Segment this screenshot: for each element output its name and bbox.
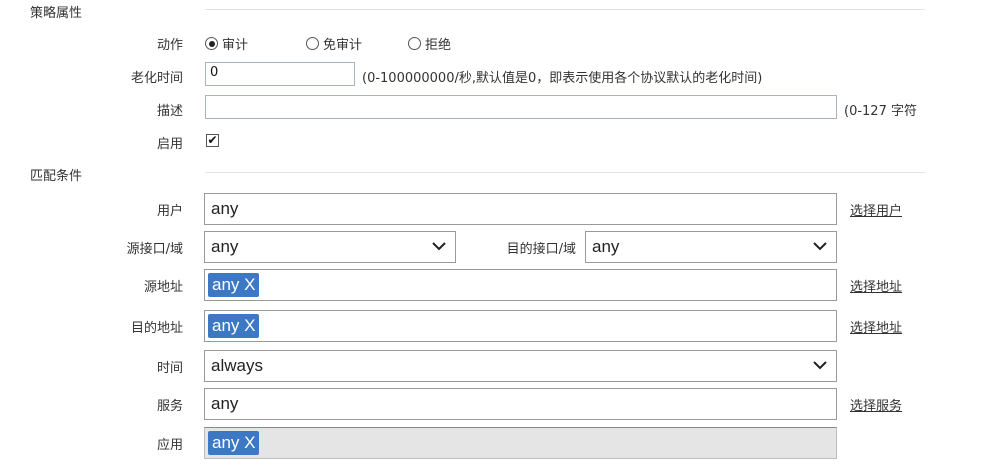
chevron-down-icon — [813, 361, 827, 370]
radio-unchecked-icon — [408, 37, 421, 50]
service-label: 服务 — [156, 399, 183, 414]
src-addr-tag[interactable]: any X — [208, 273, 260, 297]
action-label: 动作 — [156, 38, 183, 53]
dst-if-select[interactable]: any — [585, 231, 837, 263]
user-label: 用户 — [156, 204, 183, 219]
select-service-link[interactable]: 选择服务 — [850, 395, 902, 414]
desc-hint: (0-127 字符 — [844, 104, 917, 119]
action-radio-audit[interactable]: 审计 — [205, 34, 248, 53]
user-value: any — [211, 199, 239, 218]
src-if-select[interactable]: any — [204, 231, 456, 263]
time-select[interactable]: always — [204, 350, 837, 382]
enable-checkbox[interactable]: ✔ — [206, 134, 219, 147]
chevron-down-icon — [813, 242, 827, 251]
time-label: 时间 — [156, 361, 183, 376]
user-field[interactable]: any — [204, 193, 837, 225]
desc-label: 描述 — [156, 104, 183, 119]
action-radio-deny[interactable]: 拒绝 — [408, 34, 451, 53]
select-src-addr-link[interactable]: 选择地址 — [850, 276, 902, 295]
src-addr-label: 源地址 — [143, 280, 183, 295]
action-option-label: 拒绝 — [425, 38, 452, 53]
app-tag[interactable]: any X — [208, 431, 260, 455]
section-title-policy: 策略属性 — [30, 6, 83, 21]
radio-checked-icon — [205, 37, 218, 50]
app-label: 应用 — [156, 438, 183, 453]
chevron-down-icon — [432, 242, 446, 251]
service-value: any — [211, 394, 239, 413]
aging-input[interactable]: 0 — [205, 62, 355, 86]
dst-addr-label: 目的地址 — [130, 321, 183, 336]
time-value: always — [211, 356, 263, 375]
src-if-label: 源接口/域 — [126, 242, 183, 257]
select-dst-addr-link[interactable]: 选择地址 — [850, 317, 902, 336]
section-divider — [205, 172, 925, 173]
action-option-label: 审计 — [222, 38, 249, 53]
action-option-label: 免审计 — [323, 38, 363, 53]
aging-hint: (0-100000000/秒,默认值是0，即表示使用各个协议默认的老化时间) — [362, 71, 763, 86]
app-field[interactable]: any X — [204, 427, 837, 459]
desc-input[interactable] — [205, 95, 837, 119]
dst-if-value: any — [592, 237, 620, 256]
section-divider — [205, 9, 925, 10]
dst-addr-tag[interactable]: any X — [208, 314, 260, 338]
enable-label: 启用 — [156, 137, 183, 152]
select-user-link[interactable]: 选择用户 — [850, 200, 902, 219]
section-title-match: 匹配条件 — [30, 169, 83, 184]
action-radio-no-audit[interactable]: 免审计 — [306, 34, 362, 53]
src-if-value: any — [211, 237, 239, 256]
dst-addr-field[interactable]: any X — [204, 310, 837, 342]
radio-unchecked-icon — [306, 37, 319, 50]
aging-label: 老化时间 — [130, 71, 183, 86]
service-field[interactable]: any — [204, 388, 837, 420]
src-addr-field[interactable]: any X — [204, 269, 837, 301]
dst-if-label: 目的接口/域 — [506, 242, 576, 257]
